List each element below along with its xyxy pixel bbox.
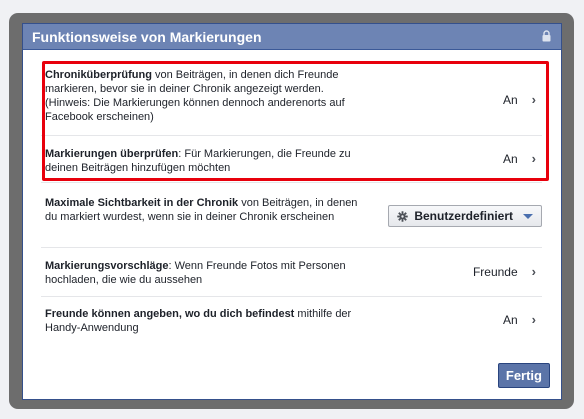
setting-title: Maximale Sichtbarkeit in der Chronik <box>45 197 239 209</box>
setting-value[interactable]: Freunde › <box>472 264 536 280</box>
setting-description: Freunde können angeben, wo du dich befin… <box>45 307 365 335</box>
setting-row-timeline-visibility: Maximale Sichtbarkeit in der Chronik von… <box>41 183 542 248</box>
lock-icon <box>542 30 551 42</box>
privacy-selector-label: Benutzerdefiniert <box>414 209 513 223</box>
setting-description: Maximale Sichtbarkeit in der Chronik von… <box>45 196 365 224</box>
setting-description: Chroniküberprüfung von Beiträgen, in den… <box>45 68 365 124</box>
chevron-right-icon: › <box>531 264 536 279</box>
setting-value[interactable]: An › <box>502 151 536 167</box>
privacy-selector-dropdown[interactable]: Benutzerdefiniert <box>388 205 542 227</box>
setting-title: Chroniküberprüfung <box>45 69 152 81</box>
gear-icon <box>397 210 409 222</box>
setting-row-timeline-review[interactable]: Chroniküberprüfung von Beiträgen, in den… <box>41 63 542 136</box>
setting-title: Markierungsvorschläge <box>45 260 169 272</box>
setting-description: Markierungsvorschläge: Wenn Freunde Foto… <box>45 259 365 287</box>
dialog-titlebar: Funktionsweise von Markierungen <box>23 24 561 50</box>
setting-row-location-tagging[interactable]: Freunde können angeben, wo du dich befin… <box>41 297 542 347</box>
chevron-right-icon: › <box>531 151 536 166</box>
chevron-right-icon: › <box>531 312 536 327</box>
tagging-settings-dialog: Funktionsweise von Markierungen Chronikü… <box>22 23 562 400</box>
setting-title: Freunde können angeben, wo du dich befin… <box>45 308 295 320</box>
setting-description: Markierungen überprüfen: Für Markierunge… <box>45 147 365 175</box>
setting-row-tag-review[interactable]: Markierungen überprüfen: Für Markierunge… <box>41 136 542 183</box>
setting-value-label: An <box>502 313 518 327</box>
caret-down-icon <box>523 213 533 219</box>
chevron-right-icon: › <box>531 92 536 107</box>
done-button[interactable]: Fertig <box>497 363 550 388</box>
setting-value-label: An <box>502 93 518 107</box>
setting-value-label: Freunde <box>472 265 518 279</box>
setting-row-tag-suggestions[interactable]: Markierungsvorschläge: Wenn Freunde Foto… <box>41 248 542 297</box>
setting-value[interactable]: An › <box>502 312 536 328</box>
setting-value-label: An <box>502 152 518 166</box>
setting-value[interactable]: An › <box>502 92 536 108</box>
dialog-title: Funktionsweise von Markierungen <box>32 28 262 45</box>
setting-title: Markierungen überprüfen <box>45 148 179 160</box>
